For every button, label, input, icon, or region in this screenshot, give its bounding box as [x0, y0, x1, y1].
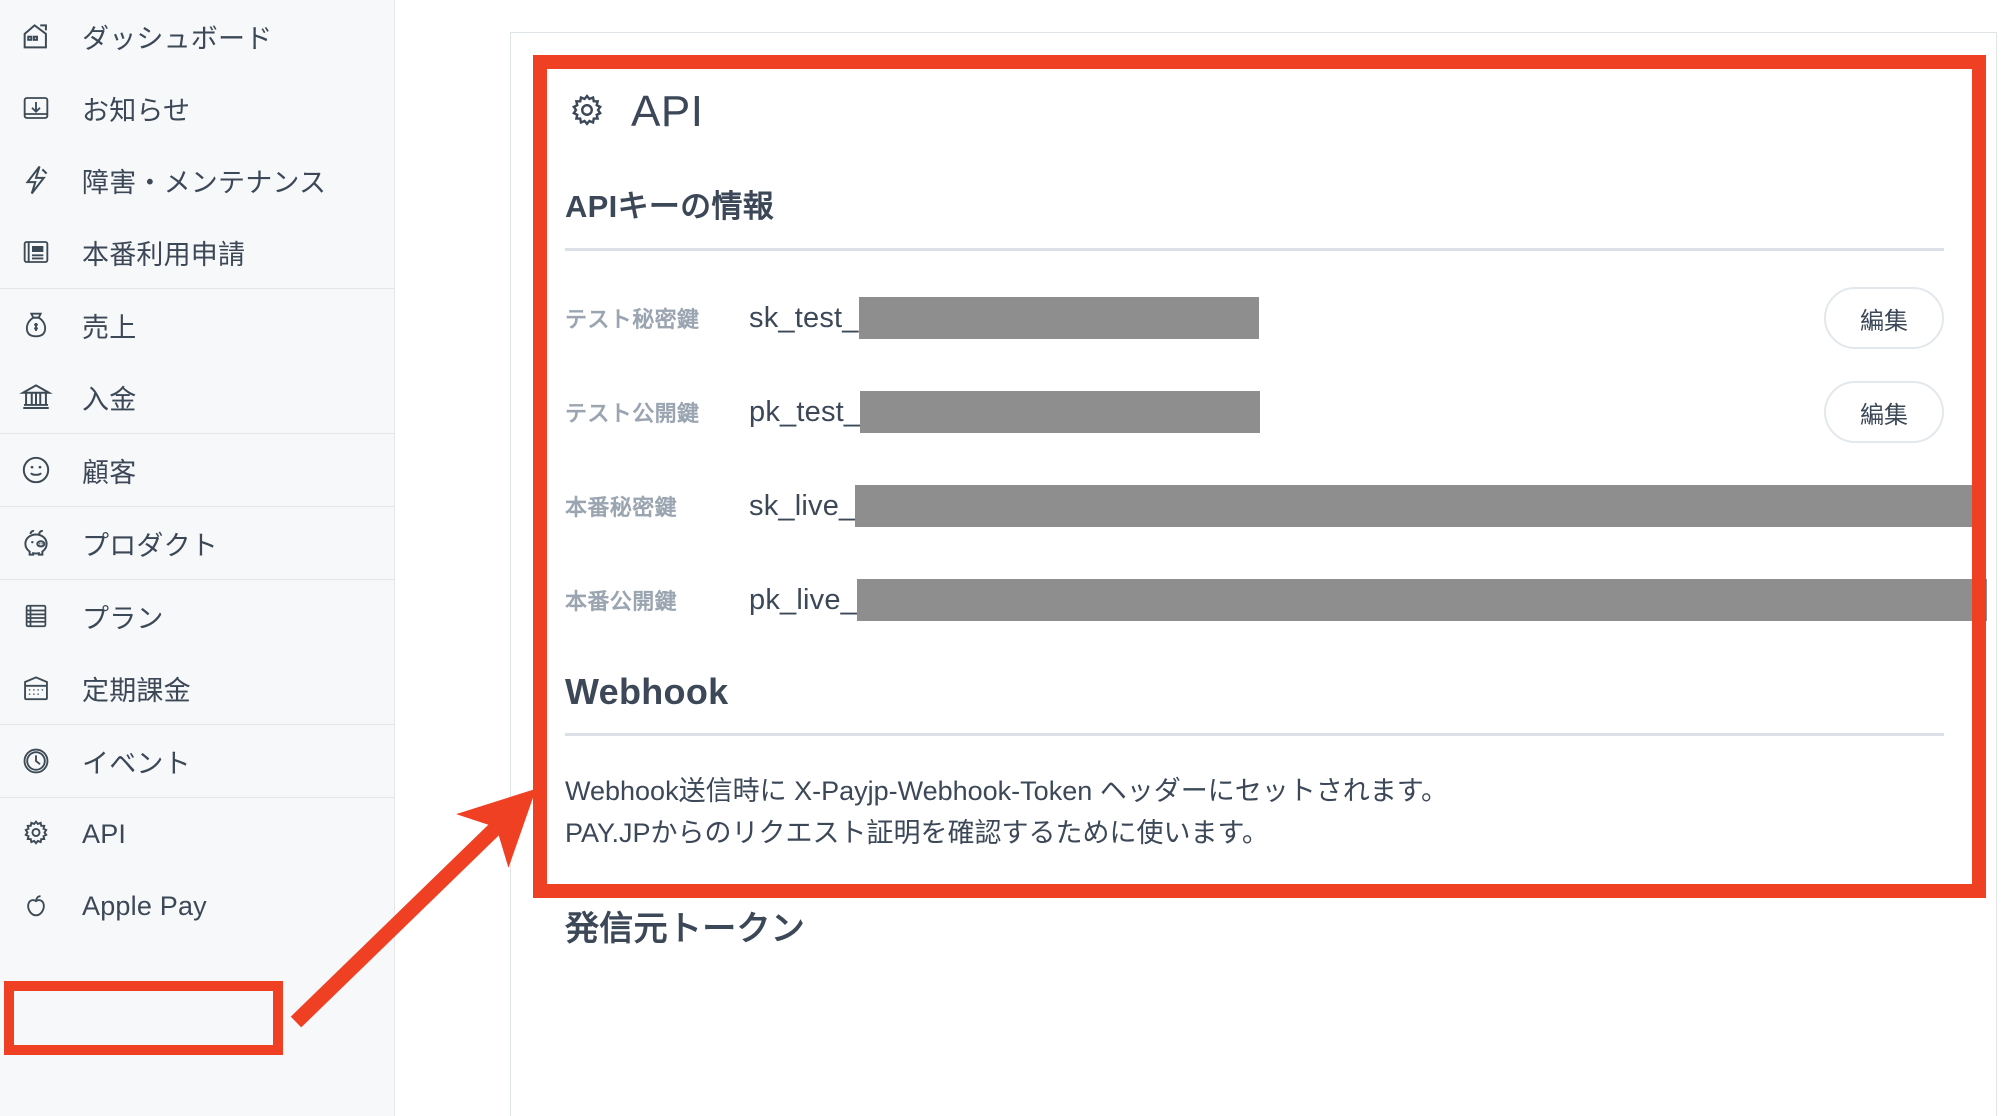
- key-label: 本番公開鍵: [565, 589, 678, 614]
- sidebar-item-subscriptions[interactable]: 定期課金: [0, 652, 394, 724]
- sidebar-item-label: お知らせ: [82, 95, 191, 126]
- key-prefix: sk_live_: [749, 489, 856, 522]
- calendar-icon: [16, 668, 56, 708]
- sidebar-item-label: 入金: [82, 384, 137, 415]
- key-redaction-bar: [857, 579, 1987, 621]
- piggy-bank-icon: [16, 523, 56, 563]
- page-title-text: API: [631, 87, 704, 136]
- sidebar-item-incidents[interactable]: 障害・メンテナンス: [0, 144, 394, 216]
- key-label: 本番秘密鍵: [565, 495, 678, 520]
- sidebar-item-label: 障害・メンテナンス: [82, 167, 327, 198]
- gear-icon: [565, 90, 609, 134]
- gear-icon: [16, 814, 56, 854]
- sidebar-item-deposits[interactable]: 入金: [0, 361, 394, 433]
- table-row: 本番秘密鍵 sk_live_ 編集: [565, 459, 1986, 553]
- sidebar-group-events: イベント: [0, 724, 394, 797]
- sidebar-item-production-application[interactable]: 本番利用申請: [0, 216, 394, 288]
- key-value: pk_live_: [749, 579, 1987, 621]
- webhook-section-heading: Webhook: [565, 671, 729, 712]
- sidebar-item-api[interactable]: API: [0, 798, 394, 870]
- sidebar-group-plans: プラン 定期課金: [0, 579, 394, 724]
- webhook-description-line-1: Webhook送信時に X-Payjp-Webhook-Token ヘッダーにセ…: [565, 776, 1449, 806]
- clock-icon: [16, 741, 56, 781]
- money-bag-icon: [16, 305, 56, 345]
- sidebar-item-apple-pay[interactable]: Apple Pay: [0, 870, 394, 942]
- sidebar-group-developer: API Apple Pay: [0, 797, 394, 942]
- bank-icon: [16, 377, 56, 417]
- apple-icon: [16, 886, 56, 926]
- sidebar-item-label: API: [82, 818, 127, 849]
- inbox-download-icon: [16, 88, 56, 128]
- table-row: テスト秘密鍵 sk_test_ 編集: [565, 271, 1944, 365]
- sidebar-item-label: プロダクト: [82, 530, 218, 561]
- sidebar-item-dashboard[interactable]: ダッシュボード: [0, 0, 394, 72]
- key-value: sk_live_: [749, 485, 1986, 527]
- sidebar-item-products[interactable]: プロダクト: [0, 507, 394, 579]
- page-title: API: [565, 87, 1944, 137]
- table-row: テスト公開鍵 pk_test_ 編集: [565, 365, 1944, 459]
- sidebar-item-events[interactable]: イベント: [0, 725, 394, 797]
- key-prefix: sk_test_: [749, 301, 859, 334]
- sidebar-item-label: プラン: [82, 603, 164, 634]
- app-root: ダッシュボード お知らせ 障害・メンテナンス 本番利用申請 売上 入金 顧客 プ…: [0, 0, 2014, 1116]
- table-row: 本番公開鍵 pk_live_ 編集: [565, 553, 1987, 647]
- sidebar-item-label: Apple Pay: [82, 890, 207, 921]
- section-divider: [565, 733, 1944, 736]
- key-label: テスト秘密鍵: [565, 307, 700, 332]
- key-value: sk_test_: [749, 297, 1782, 339]
- dashboard-house-icon: [16, 16, 56, 56]
- key-redaction-bar: [860, 391, 1261, 433]
- sidebar-item-label: 本番利用申請: [82, 239, 246, 270]
- sidebar-item-label: ダッシュボード: [82, 23, 273, 54]
- sidebar-group-general: ダッシュボード お知らせ 障害・メンテナンス 本番利用申請: [0, 0, 394, 288]
- api-keys-section-heading: APIキーの情報: [565, 189, 775, 224]
- newspaper-icon: [16, 232, 56, 272]
- section-divider: [565, 248, 1944, 251]
- webhook-description-line-2: PAY.JPからのリクエスト証明を確認するために使います。: [565, 818, 1269, 849]
- sidebar-item-plans[interactable]: プラン: [0, 580, 394, 652]
- sidebar-item-label: 売上: [82, 312, 137, 343]
- sidebar-group-money: 売上 入金: [0, 288, 394, 433]
- edit-button[interactable]: 編集: [1824, 381, 1944, 443]
- sidebar-group-customers: 顧客: [0, 433, 394, 506]
- sidebar-item-sales[interactable]: 売上: [0, 289, 394, 361]
- key-redaction-bar: [858, 297, 1259, 339]
- origin-token-heading: 発信元トークン: [565, 909, 806, 948]
- sidebar-group-products: プロダクト: [0, 506, 394, 579]
- sidebar-item-label: 顧客: [82, 457, 137, 488]
- key-prefix: pk_live_: [749, 583, 857, 616]
- sidebar-item-label: イベント: [82, 748, 191, 779]
- list-rows-icon: [16, 596, 56, 636]
- sidebar-navigation: ダッシュボード お知らせ 障害・メンテナンス 本番利用申請 売上 入金 顧客 プ…: [0, 0, 395, 1116]
- sidebar-item-notifications[interactable]: お知らせ: [0, 72, 394, 144]
- sidebar-item-customers[interactable]: 顧客: [0, 434, 394, 506]
- key-value: pk_test_: [749, 391, 1782, 433]
- key-prefix: pk_test_: [749, 395, 861, 428]
- key-label: テスト公開鍵: [565, 401, 700, 426]
- lightning-bolt-icon: [16, 160, 56, 200]
- main-content-card: API APIキーの情報 テスト秘密鍵 sk_test_ 編集 テスト公開鍵 p…: [510, 32, 1997, 1116]
- sidebar-item-label: 定期課金: [82, 675, 191, 706]
- smiley-face-icon: [16, 450, 56, 490]
- key-redaction-bar: [855, 485, 1986, 527]
- edit-button[interactable]: 編集: [1824, 287, 1944, 349]
